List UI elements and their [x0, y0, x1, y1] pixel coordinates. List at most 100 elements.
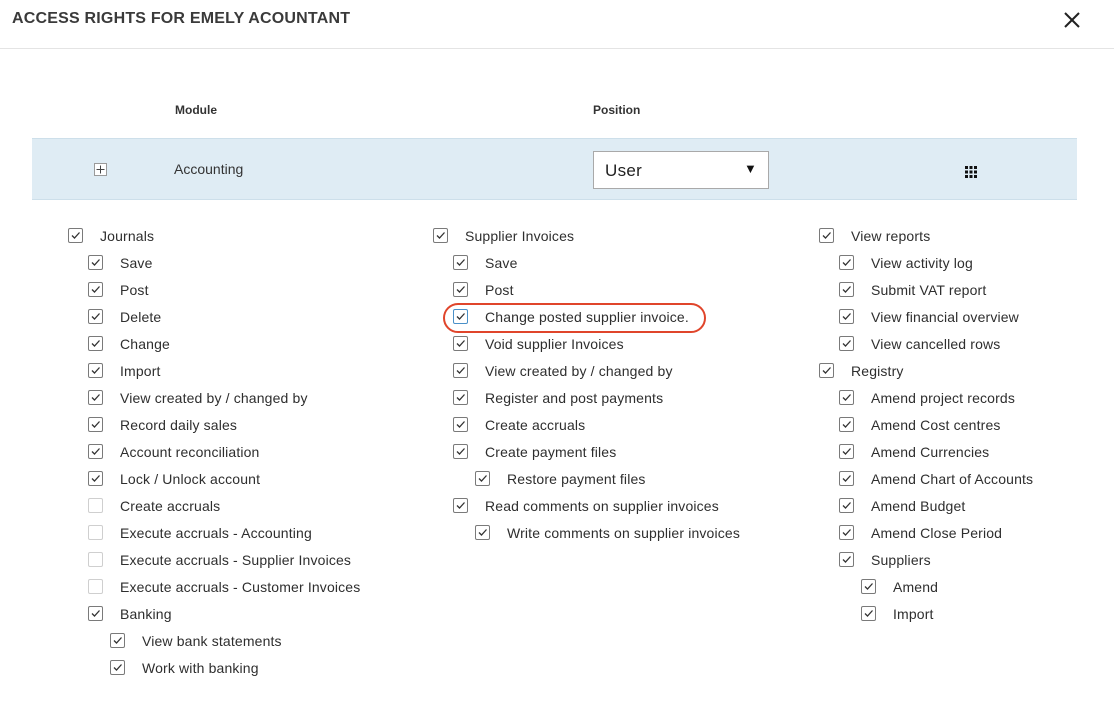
checkbox[interactable]	[819, 228, 834, 243]
expand-button[interactable]	[94, 163, 107, 176]
permission-item[interactable]: Read comments on supplier invoices	[453, 492, 719, 519]
checkbox[interactable]	[88, 525, 103, 540]
permission-item[interactable]: Create accruals	[453, 411, 585, 438]
permission-label: Restore payment files	[507, 470, 646, 487]
checkbox[interactable]	[839, 309, 854, 324]
permission-item[interactable]: Submit VAT report	[839, 276, 986, 303]
checkbox[interactable]	[88, 552, 103, 567]
permission-item[interactable]: Amend Cost centres	[839, 411, 1001, 438]
checkbox[interactable]	[88, 417, 103, 432]
checkbox[interactable]	[88, 606, 103, 621]
permission-item[interactable]: Record daily sales	[88, 411, 237, 438]
permission-item[interactable]: Change	[88, 330, 170, 357]
permission-item[interactable]: View bank statements	[110, 627, 282, 654]
checkbox[interactable]	[453, 498, 468, 513]
permission-item[interactable]: Execute accruals - Customer Invoices	[88, 573, 360, 600]
checkbox[interactable]	[88, 282, 103, 297]
checkbox[interactable]	[839, 417, 854, 432]
permission-item[interactable]: Post	[453, 276, 514, 303]
permission-item[interactable]: View reports	[819, 222, 930, 249]
permission-item[interactable]: Lock / Unlock account	[88, 465, 260, 492]
checkmark-icon	[842, 502, 851, 509]
permission-item[interactable]: View created by / changed by	[88, 384, 308, 411]
checkbox[interactable]	[88, 579, 103, 594]
checkbox[interactable]	[861, 606, 876, 621]
checkbox[interactable]	[839, 282, 854, 297]
checkbox[interactable]	[839, 525, 854, 540]
checkbox[interactable]	[839, 336, 854, 351]
checkbox[interactable]	[453, 255, 468, 270]
checkbox[interactable]	[453, 390, 468, 405]
position-select[interactable]: User ▼	[593, 151, 769, 189]
checkbox[interactable]	[839, 471, 854, 486]
checkbox[interactable]	[453, 309, 468, 324]
permission-item[interactable]: Suppliers	[839, 546, 931, 573]
checkbox[interactable]	[453, 444, 468, 459]
permission-item[interactable]: Create payment files	[453, 438, 616, 465]
permission-item[interactable]: View cancelled rows	[839, 330, 1000, 357]
permission-item[interactable]: Register and post payments	[453, 384, 663, 411]
permission-item[interactable]: View created by / changed by	[453, 357, 673, 384]
permission-item[interactable]: Void supplier Invoices	[453, 330, 624, 357]
checkmark-icon	[91, 421, 100, 428]
permission-item[interactable]: Save	[88, 249, 153, 276]
checkbox[interactable]	[839, 552, 854, 567]
checkbox[interactable]	[88, 444, 103, 459]
checkmark-icon	[91, 313, 100, 320]
permission-label: Import	[120, 362, 161, 379]
checkbox[interactable]	[88, 390, 103, 405]
checkbox[interactable]	[475, 525, 490, 540]
checkbox[interactable]	[839, 255, 854, 270]
checkbox[interactable]	[839, 390, 854, 405]
checkbox[interactable]	[453, 417, 468, 432]
permission-item[interactable]: Create accruals	[88, 492, 220, 519]
checkbox[interactable]	[453, 363, 468, 378]
checkbox[interactable]	[453, 336, 468, 351]
checkbox[interactable]	[433, 228, 448, 243]
permission-label: Supplier Invoices	[465, 227, 575, 244]
permission-item[interactable]: Supplier Invoices	[433, 222, 574, 249]
permission-item[interactable]: Amend	[861, 573, 938, 600]
permission-item[interactable]: Import	[88, 357, 161, 384]
permission-item[interactable]: Registry	[819, 357, 904, 384]
permission-item[interactable]: Execute accruals - Accounting	[88, 519, 312, 546]
permission-item[interactable]: Journals	[68, 222, 154, 249]
checkbox[interactable]	[110, 660, 125, 675]
grid-menu-button[interactable]	[965, 165, 977, 178]
permission-item[interactable]: Delete	[88, 303, 161, 330]
checkbox[interactable]	[88, 336, 103, 351]
checkbox[interactable]	[110, 633, 125, 648]
permission-item[interactable]: Account reconciliation	[88, 438, 260, 465]
permission-item[interactable]: Execute accruals - Supplier Invoices	[88, 546, 351, 573]
checkbox[interactable]	[475, 471, 490, 486]
permission-item[interactable]: View financial overview	[839, 303, 1019, 330]
checkbox[interactable]	[88, 309, 103, 324]
permission-item[interactable]: Restore payment files	[475, 465, 646, 492]
permission-item[interactable]: Amend Currencies	[839, 438, 989, 465]
checkbox[interactable]	[88, 471, 103, 486]
close-button[interactable]	[1058, 8, 1086, 32]
permission-item[interactable]: View activity log	[839, 249, 973, 276]
checkbox[interactable]	[68, 228, 83, 243]
checkbox[interactable]	[88, 498, 103, 513]
permission-item[interactable]: Amend Close Period	[839, 519, 1002, 546]
permission-item[interactable]: Amend Chart of Accounts	[839, 465, 1033, 492]
permission-item[interactable]: Import	[861, 600, 934, 627]
checkmark-icon	[113, 637, 122, 644]
permission-item[interactable]: Banking	[88, 600, 172, 627]
checkbox[interactable]	[839, 498, 854, 513]
checkbox[interactable]	[88, 255, 103, 270]
permission-label: Post	[485, 281, 514, 298]
permission-item[interactable]: Write comments on supplier invoices	[475, 519, 740, 546]
permission-item[interactable]: Work with banking	[110, 654, 259, 681]
permission-item[interactable]: Save	[453, 249, 518, 276]
checkbox[interactable]	[861, 579, 876, 594]
permission-item[interactable]: Change posted supplier invoice.	[453, 303, 689, 330]
permission-item[interactable]: Post	[88, 276, 149, 303]
checkbox[interactable]	[839, 444, 854, 459]
checkbox[interactable]	[819, 363, 834, 378]
checkbox[interactable]	[453, 282, 468, 297]
permission-item[interactable]: Amend project records	[839, 384, 1015, 411]
checkbox[interactable]	[88, 363, 103, 378]
permission-item[interactable]: Amend Budget	[839, 492, 965, 519]
